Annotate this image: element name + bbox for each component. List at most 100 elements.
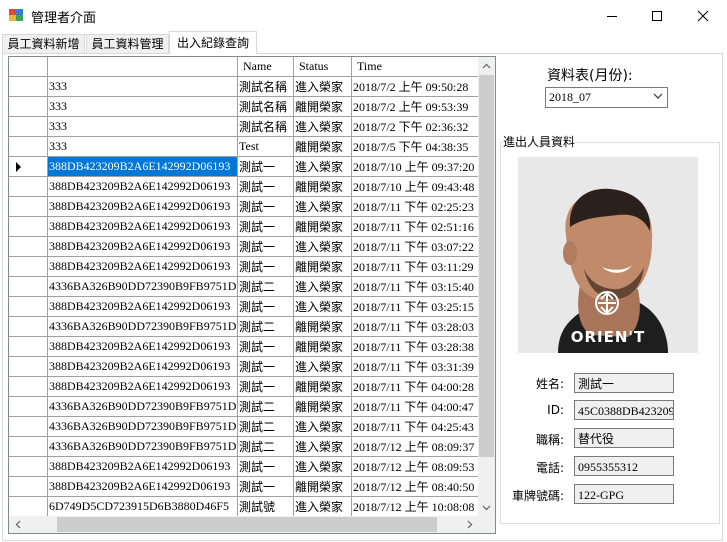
cell-status[interactable]: 離開榮家: [293, 176, 352, 197]
cell-status[interactable]: 進入榮家: [293, 356, 352, 377]
cell-name[interactable]: 測試一: [237, 476, 294, 497]
cell-name[interactable]: 測試一: [237, 336, 294, 357]
cell-id[interactable]: 388DB423209B2A6E142992D06193: [47, 376, 238, 397]
cell-time[interactable]: 2018/7/11 下午 03:31:39: [351, 356, 479, 377]
table-row[interactable]: 333 測試名稱 離開榮家 2018/7/2 上午 09:53:39: [9, 96, 479, 117]
cell-id[interactable]: 388DB423209B2A6E142992D06193: [47, 296, 238, 317]
cell-id[interactable]: 388DB423209B2A6E142992D06193: [47, 476, 238, 497]
cell-status[interactable]: 進入榮家: [293, 416, 352, 437]
cell-status[interactable]: 進入榮家: [293, 156, 352, 177]
table-row[interactable]: 388DB423209B2A6E142992D06193 測試一 離開榮家 2018/…: [9, 476, 479, 497]
cell-status[interactable]: 進入榮家: [293, 236, 352, 257]
cell-name[interactable]: 測試一: [237, 256, 294, 277]
table-row[interactable]: 388DB423209B2A6E142992D06193 測試一 進入榮家 2018/…: [9, 296, 479, 317]
row-header[interactable]: [9, 76, 48, 97]
cell-status[interactable]: 進入榮家: [293, 196, 352, 217]
scroll-up-button[interactable]: [478, 57, 495, 74]
cell-id[interactable]: 388DB423209B2A6E142992D06193: [47, 196, 238, 217]
row-header[interactable]: [9, 196, 48, 217]
cell-time[interactable]: 2018/7/12 上午 10:08:08: [351, 496, 479, 517]
table-row[interactable]: 388DB423209B2A6E142992D06193 測試一 離開榮家 2018/…: [9, 376, 479, 397]
cell-name[interactable]: 測試一: [237, 356, 294, 377]
cell-id[interactable]: 388DB423209B2A6E142992D06193: [47, 156, 238, 177]
table-row[interactable]: 388DB423209B2A6E142992D06193 測試一 進入榮家 2018/…: [9, 196, 479, 217]
id-field[interactable]: 45C0388DB423209: [574, 400, 674, 420]
cell-name[interactable]: Test: [237, 136, 294, 157]
cell-id[interactable]: 388DB423209B2A6E142992D06193: [47, 336, 238, 357]
row-header[interactable]: [9, 156, 48, 177]
maximize-button[interactable]: [634, 0, 680, 31]
table-row[interactable]: 4336BA326B90DD72390B9FB9751D 測試二 離開榮家 2018/…: [9, 396, 479, 417]
cell-status[interactable]: 離開榮家: [293, 136, 352, 157]
row-header[interactable]: [9, 96, 48, 117]
cell-time[interactable]: 2018/7/11 下午 04:25:43: [351, 416, 479, 437]
cell-name[interactable]: 測試一: [237, 376, 294, 397]
table-row[interactable]: 388DB423209B2A6E142992D06193 測試一 離開榮家 2018/…: [9, 256, 479, 277]
cell-status[interactable]: 進入榮家: [293, 296, 352, 317]
records-grid[interactable]: Name Status Time 333 測試名稱 進入榮家 2018/7/2 上午 …: [8, 56, 496, 534]
cell-time[interactable]: 2018/7/2 上午 09:53:39: [351, 96, 479, 117]
table-row[interactable]: 4336BA326B90DD72390B9FB9751D 測試二 進入榮家 2018/…: [9, 276, 479, 297]
horizontal-scroll-thumb[interactable]: [57, 517, 437, 532]
datasheet-month-select[interactable]: 2018_07: [545, 87, 668, 108]
table-row[interactable]: 4336BA326B90DD72390B9FB9751D 測試二 離開榮家 2018/…: [9, 316, 479, 337]
table-row[interactable]: 333 Test 離開榮家 2018/7/5 下午 04:38:35: [9, 136, 479, 157]
cell-status[interactable]: 離開榮家: [293, 96, 352, 117]
cell-id[interactable]: 4336BA326B90DD72390B9FB9751D: [47, 416, 238, 437]
cell-name[interactable]: 測試名稱: [237, 96, 294, 117]
cell-status[interactable]: 離開榮家: [293, 396, 352, 417]
title-field[interactable]: 替代役: [574, 428, 674, 448]
table-row[interactable]: 388DB423209B2A6E142992D06193 測試一 進入榮家 2018/…: [9, 456, 479, 477]
cell-time[interactable]: 2018/7/11 下午 02:51:16: [351, 216, 479, 237]
cell-name[interactable]: 測試號: [237, 496, 294, 517]
cell-name[interactable]: 測試二: [237, 416, 294, 437]
table-row[interactable]: 388DB423209B2A6E142992D06193 測試一 進入榮家 2018/…: [9, 156, 479, 177]
row-header[interactable]: [9, 276, 48, 297]
row-header[interactable]: [9, 236, 48, 257]
close-button[interactable]: [680, 0, 726, 31]
cell-id[interactable]: 388DB423209B2A6E142992D06193: [47, 236, 238, 257]
cell-name[interactable]: 測試一: [237, 236, 294, 257]
cell-name[interactable]: 測試名稱: [237, 116, 294, 137]
cell-time[interactable]: 2018/7/12 上午 08:09:37: [351, 436, 479, 457]
column-header-status[interactable]: Status: [293, 57, 352, 77]
cell-name[interactable]: 測試一: [237, 296, 294, 317]
cell-time[interactable]: 2018/7/5 下午 04:38:35: [351, 136, 479, 157]
row-header[interactable]: [9, 496, 48, 517]
row-header[interactable]: [9, 136, 48, 157]
cell-name[interactable]: 測試一: [237, 456, 294, 477]
cell-status[interactable]: 進入榮家: [293, 276, 352, 297]
cell-status[interactable]: 進入榮家: [293, 76, 352, 97]
cell-status[interactable]: 進入榮家: [293, 436, 352, 457]
row-header[interactable]: [9, 116, 48, 137]
tab-employee-manage[interactable]: 員工資料管理: [86, 34, 169, 54]
column-header-time[interactable]: Time: [351, 57, 479, 77]
cell-name[interactable]: 測試一: [237, 216, 294, 237]
tab-access-records[interactable]: 出入紀錄查詢: [169, 31, 257, 54]
column-header-name[interactable]: Name: [237, 57, 294, 77]
table-row[interactable]: 4336BA326B90DD72390B9FB9751D 測試二 進入榮家 2018/…: [9, 436, 479, 457]
horizontal-scrollbar[interactable]: [9, 516, 478, 533]
cell-time[interactable]: 2018/7/11 下午 04:00:47: [351, 396, 479, 417]
name-field[interactable]: 測試一: [574, 373, 674, 393]
cell-time[interactable]: 2018/7/11 下午 03:25:15: [351, 296, 479, 317]
cell-time[interactable]: 2018/7/12 上午 08:40:50: [351, 476, 479, 497]
cell-id[interactable]: 333: [47, 96, 238, 117]
table-row[interactable]: 6D749D5CD723915D6B3880D46F5 測試號 進入榮家 2018/7…: [9, 496, 479, 517]
phone-field[interactable]: 0955355312: [574, 456, 674, 476]
table-row[interactable]: 388DB423209B2A6E142992D06193 測試一 離開榮家 2018/…: [9, 176, 479, 197]
cell-status[interactable]: 離開榮家: [293, 316, 352, 337]
cell-id[interactable]: 388DB423209B2A6E142992D06193: [47, 216, 238, 237]
row-header[interactable]: [9, 416, 48, 437]
row-header[interactable]: [9, 356, 48, 377]
cell-status[interactable]: 離開榮家: [293, 256, 352, 277]
row-header[interactable]: [9, 476, 48, 497]
cell-status[interactable]: 進入榮家: [293, 116, 352, 137]
cell-id[interactable]: 4336BA326B90DD72390B9FB9751D: [47, 436, 238, 457]
column-header-id[interactable]: [47, 57, 238, 77]
vertical-scrollbar[interactable]: [478, 57, 495, 516]
row-header[interactable]: [9, 316, 48, 337]
cell-time[interactable]: 2018/7/11 下午 03:28:03: [351, 316, 479, 337]
row-header[interactable]: [9, 376, 48, 397]
table-row[interactable]: 333 測試名稱 進入榮家 2018/7/2 上午 09:50:28: [9, 76, 479, 97]
